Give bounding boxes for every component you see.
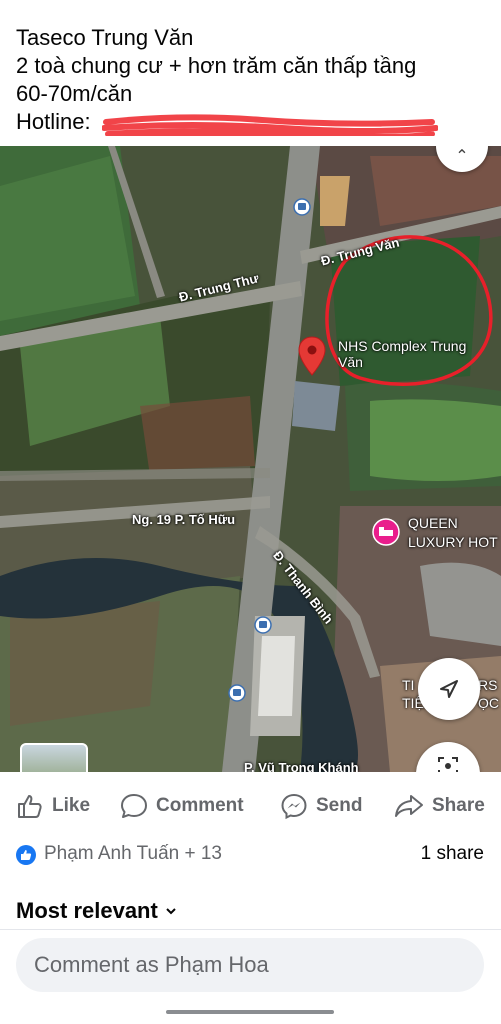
comment-bubble-icon [121,794,147,818]
comment-sort-selector[interactable]: Most relevant [16,898,178,924]
poi-label-tiem-right2: ỌC [478,695,499,711]
map-screenshot[interactable]: Đ. Trung Văn Đ. Trung Thư Ng. 19 P. Tố H… [0,146,501,772]
thumbs-up-icon [18,795,42,818]
post-line-description: 2 toà chung cư + hơn trăm căn thấp tầng [16,53,417,78]
hotel-pin-icon[interactable] [372,518,400,546]
bus-stop-icon [228,684,246,702]
share-count[interactable]: 1 share [421,843,484,865]
comment-label: Comment [156,795,244,816]
poi-label-tiem-right: RS ỌC [478,676,499,712]
chevron-down-icon [166,908,176,915]
like-label: Like [52,795,91,816]
location-pin-icon[interactable] [298,336,326,376]
home-indicator[interactable] [166,1010,334,1014]
poi-label-tiem-right1: RS [478,677,498,693]
post-line-hotline: Hotline: [16,108,486,136]
like-reaction-icon [16,845,36,865]
compass-icon: ⌃ [455,148,469,165]
poi-label-queen-hotel: QUEEN LUXURY HOT [408,514,498,552]
like-button[interactable]: Like [16,792,90,820]
comment-button[interactable]: Comment [120,792,244,820]
hotline-label: Hotline: [16,109,91,134]
poi-label-nhs-line2: Văn [338,354,363,370]
poi-label-queen-line2: LUXURY HOT [408,534,498,550]
messenger-icon [281,793,307,820]
send-label: Send [316,795,363,816]
comment-input[interactable]: Comment as Phạm Hoa [16,938,484,992]
post-line-title: Taseco Trung Văn [16,25,194,50]
poi-label-nhs-line1: NHS Complex Trung [338,338,467,354]
send-button[interactable]: Send [280,792,362,820]
comment-sort-label: Most relevant [16,898,158,923]
street-view-thumbnail[interactable] [20,743,88,772]
divider [0,929,501,930]
share-arrow-icon [395,795,423,817]
post-action-bar: Like Comment Send Share [0,778,501,834]
share-label: Share [432,795,485,816]
post-line-size: 60-70m/căn [16,81,133,106]
road-label-to-huu: Ng. 19 P. Tố Hữu [132,512,236,527]
poi-label-queen-line1: QUEEN [408,515,458,531]
reactors-text[interactable]: Phạm Anh Tuấn + 13 [44,843,222,865]
bus-stop-icon [254,616,272,634]
navigate-arrow-icon [440,680,458,698]
my-location-button[interactable] [418,658,480,720]
redaction-scribble [102,114,438,136]
poi-label-nhs-complex: NHS Complex Trung Văn [338,338,466,370]
camera-icon [438,757,458,772]
share-button[interactable]: Share [394,792,485,820]
reactions-row[interactable]: Phạm Anh Tuấn + 13 1 share [16,843,486,869]
post-text: Taseco Trung Văn 2 toà chung cư + hơn tr… [16,24,486,136]
road-label-vu-trong-khanh: P. Vũ Trọng Khánh [244,760,359,772]
bus-stop-icon [293,198,311,216]
